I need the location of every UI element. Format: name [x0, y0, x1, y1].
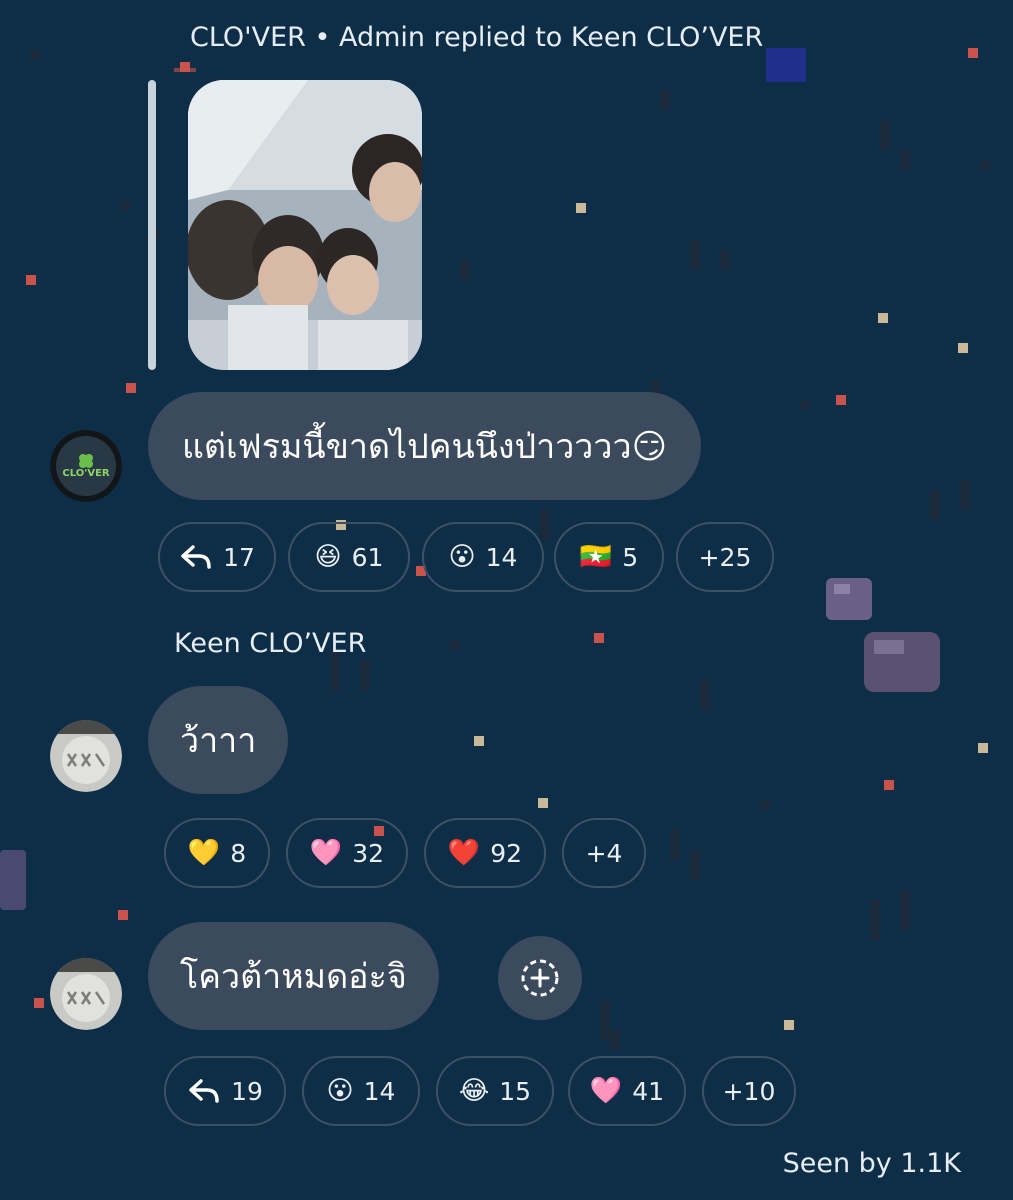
- pink-heart-icon: 🩷: [309, 838, 343, 868]
- reaction-chip[interactable]: 😮 14: [422, 522, 544, 592]
- message-text: แต่เฟรมนี้ขาดไปคนนึงป่าวววว😏: [182, 427, 668, 467]
- reaction-chip[interactable]: 🩷 41: [568, 1056, 686, 1126]
- keen-avatar-icon: [50, 720, 122, 792]
- myanmar-flag-icon: 🇲🇲: [579, 542, 613, 572]
- message-text: โควต้าหมดอ่ะจิ: [180, 957, 407, 997]
- laughing-emoji-icon: 😆: [314, 542, 342, 572]
- clover-logo-avatar[interactable]: CLO'VER: [50, 430, 122, 502]
- message-bubble[interactable]: แต่เฟรมนี้ขาดไปคนนึงป่าวววว😏: [148, 392, 702, 500]
- seen-by-count[interactable]: Seen by 1.1K: [783, 1148, 961, 1179]
- surprised-emoji-icon: 😮: [448, 542, 476, 572]
- reaction-chip[interactable]: 🇲🇲 5: [554, 522, 664, 592]
- surprised-emoji-icon: 😮: [326, 1076, 354, 1106]
- pink-heart-icon: 🩷: [589, 1076, 623, 1106]
- reaction-chip[interactable]: ❤️ 92: [424, 818, 546, 888]
- reaction-count: 14: [485, 542, 518, 572]
- photo-illustration: [188, 80, 422, 370]
- reaction-chip[interactable]: 💛 8: [164, 818, 270, 888]
- reaction-count: 32: [352, 838, 385, 868]
- reply-count: 17: [223, 542, 255, 572]
- keen-avatar[interactable]: [50, 720, 122, 792]
- more-reactions-count: +10: [722, 1076, 776, 1106]
- svg-text:CLO'VER: CLO'VER: [62, 468, 109, 479]
- reaction-chip[interactable]: 😆 61: [288, 522, 410, 592]
- reply-arrow-icon: [189, 1079, 219, 1103]
- keen-avatar-icon: [50, 958, 122, 1030]
- reply-quote-bar: [148, 80, 156, 370]
- sender-name: Keen CLO’VER: [174, 628, 367, 659]
- red-heart-icon: ❤️: [447, 838, 481, 868]
- reaction-chip[interactable]: 🩷 32: [286, 818, 408, 888]
- reaction-chip[interactable]: 😂 15: [436, 1056, 554, 1126]
- more-reactions-count: +4: [585, 838, 623, 868]
- reaction-count: 8: [230, 838, 247, 868]
- reaction-count: 5: [622, 542, 639, 572]
- reply-arrow-icon: [181, 545, 211, 569]
- reaction-chip[interactable]: 😮 14: [302, 1056, 420, 1126]
- message-bubble[interactable]: ว้าาา: [148, 686, 289, 794]
- yellow-heart-icon: 💛: [187, 838, 221, 868]
- clover-logo-icon: CLO'VER: [50, 430, 122, 502]
- more-reactions-chip[interactable]: +4: [562, 818, 646, 888]
- quoted-photo[interactable]: [188, 80, 422, 370]
- tears-of-joy-emoji-icon: 😂: [458, 1076, 490, 1106]
- add-reaction-button[interactable]: [498, 936, 582, 1020]
- keen-avatar[interactable]: [50, 958, 122, 1030]
- reaction-count: 92: [490, 838, 523, 868]
- reaction-count: 41: [632, 1076, 665, 1106]
- message-text: ว้าาา: [180, 721, 257, 761]
- message-bubble[interactable]: โควต้าหมดอ่ะจิ: [148, 922, 439, 1030]
- reaction-count: 14: [363, 1076, 396, 1106]
- more-reactions-chip[interactable]: +25: [676, 522, 774, 592]
- more-reactions-chip[interactable]: +10: [702, 1056, 796, 1126]
- add-reaction-icon: [521, 959, 559, 997]
- reply-header: CLO'VER • Admin replied to Keen CLO’VER: [190, 22, 764, 53]
- reply-count-chip[interactable]: 19: [164, 1056, 286, 1126]
- reply-count-chip[interactable]: 17: [158, 522, 276, 592]
- reaction-count: 61: [351, 542, 384, 572]
- more-reactions-count: +25: [698, 542, 752, 572]
- reply-count: 19: [231, 1076, 263, 1106]
- reaction-count: 15: [499, 1076, 532, 1106]
